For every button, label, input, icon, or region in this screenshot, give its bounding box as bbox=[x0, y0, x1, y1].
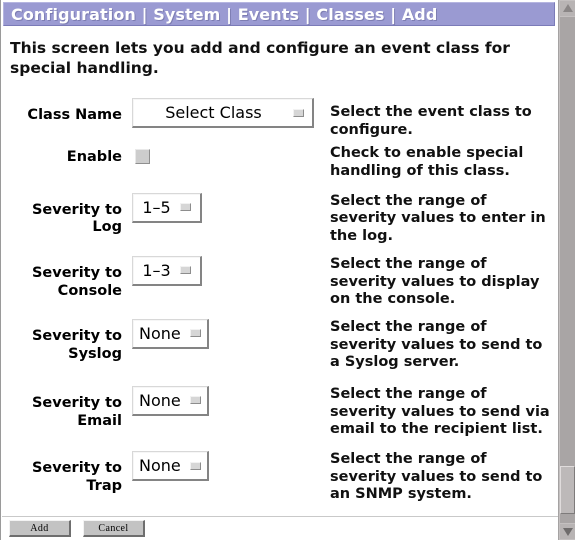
form-row-severity-email: Severity to Email None Select the range … bbox=[1, 385, 559, 439]
severity-log-dropdown[interactable]: 1–5 bbox=[132, 192, 202, 223]
label-severity-console: Severity to Console bbox=[31, 264, 122, 299]
class-name-dropdown[interactable]: Select Class bbox=[132, 98, 314, 128]
severity-console-value: 1–3 bbox=[142, 260, 171, 280]
label-enable: Enable bbox=[66, 149, 122, 166]
scrollbar-track[interactable] bbox=[560, 17, 575, 523]
field-severity-trap: None bbox=[130, 451, 326, 481]
severity-email-dropdown[interactable]: None bbox=[132, 385, 209, 416]
field-severity-log: 1–5 bbox=[130, 192, 326, 223]
help-class-name: Select the event class to configure. bbox=[330, 104, 532, 138]
chevron-down-icon bbox=[189, 396, 201, 405]
severity-trap-value: None bbox=[139, 456, 181, 475]
page-title: Configuration | System | Events | Classe… bbox=[11, 4, 438, 24]
triangle-up-icon bbox=[562, 4, 573, 12]
chevron-down-icon bbox=[189, 461, 201, 470]
severity-syslog-value: None bbox=[139, 323, 181, 343]
field-class-name: Select Class bbox=[130, 98, 326, 128]
scrollbar-up-button[interactable] bbox=[560, 1, 575, 16]
help-severity-syslog: Select the range of severity values to s… bbox=[330, 318, 543, 371]
chevron-down-icon bbox=[293, 108, 304, 117]
field-severity-console: 1–3 bbox=[130, 255, 326, 286]
chevron-down-icon bbox=[179, 203, 191, 212]
help-severity-email: Select the range of severity values to s… bbox=[330, 385, 550, 438]
field-severity-syslog: None bbox=[130, 318, 326, 349]
form-row-severity-log: Severity to Log 1–5 Select the range of … bbox=[1, 192, 559, 246]
form-row-enable: Enable Check to enable special handling … bbox=[1, 145, 559, 180]
form-row-severity-console: Severity to Console 1–3 Select the range… bbox=[1, 255, 559, 309]
chevron-down-icon bbox=[179, 266, 191, 275]
label-class-name: Class Name bbox=[27, 107, 122, 123]
form-row-class-name: Class Name Select Class Select the event… bbox=[1, 98, 559, 139]
triangle-down-icon bbox=[562, 528, 573, 536]
label-severity-email: Severity to Email bbox=[31, 394, 122, 429]
form-area: Class Name Select Class Select the event… bbox=[1, 98, 559, 504]
scrollbar-thumb[interactable] bbox=[560, 466, 575, 514]
intro-description: This screen lets you add and configure a… bbox=[10, 39, 510, 78]
help-enable: Check to enable special handling of this… bbox=[330, 145, 524, 180]
help-severity-log: Select the range of severity values to e… bbox=[330, 192, 546, 245]
button-bar: Add Cancel bbox=[2, 516, 559, 540]
content-pane: Configuration | System | Events | Classe… bbox=[1, 0, 559, 540]
vertical-scrollbar[interactable] bbox=[558, 0, 575, 540]
cancel-button[interactable]: Cancel bbox=[83, 520, 145, 537]
class-name-value: Select Class bbox=[165, 103, 262, 122]
add-button[interactable]: Add bbox=[9, 520, 71, 537]
add-event-class-window: Configuration | System | Events | Classe… bbox=[0, 0, 575, 540]
label-severity-trap: Severity to Trap bbox=[31, 460, 122, 494]
severity-console-dropdown[interactable]: 1–3 bbox=[132, 255, 202, 286]
scrollbar-down-button[interactable] bbox=[560, 524, 575, 539]
severity-trap-dropdown[interactable]: None bbox=[132, 451, 209, 481]
help-severity-trap: Select the range of severity values to s… bbox=[330, 451, 543, 503]
chevron-down-icon bbox=[189, 329, 201, 338]
label-severity-log: Severity to Log bbox=[31, 201, 122, 236]
field-enable bbox=[130, 145, 326, 168]
severity-email-value: None bbox=[139, 390, 181, 410]
enable-checkbox[interactable] bbox=[135, 149, 150, 165]
help-severity-console: Select the range of severity values to d… bbox=[330, 255, 540, 308]
form-row-severity-trap: Severity to Trap None Select the range o… bbox=[1, 451, 559, 504]
field-severity-email: None bbox=[130, 385, 326, 416]
severity-syslog-dropdown[interactable]: None bbox=[132, 318, 209, 349]
severity-log-value: 1–5 bbox=[142, 197, 171, 217]
breadcrumb-titlebar: Configuration | System | Events | Classe… bbox=[3, 2, 555, 26]
form-row-severity-syslog: Severity to Syslog None Select the range… bbox=[1, 318, 559, 372]
label-severity-syslog: Severity to Syslog bbox=[31, 327, 122, 362]
